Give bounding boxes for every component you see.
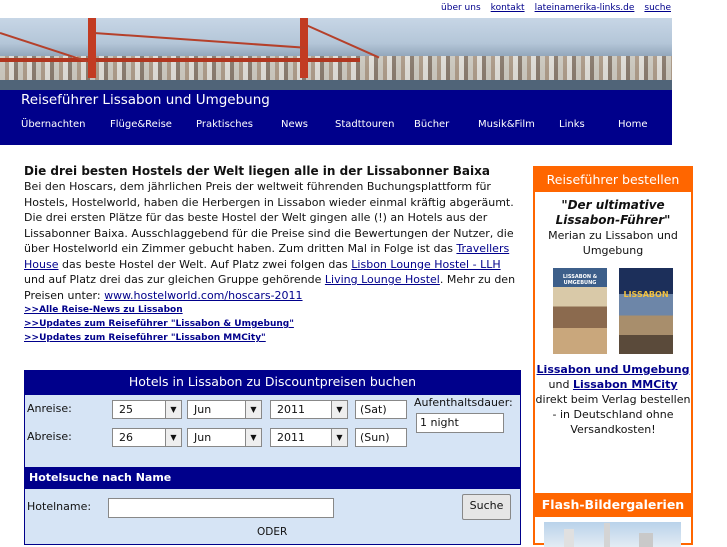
menu-item-fluege[interactable]: Flüge&Reise xyxy=(110,119,172,130)
link-hostelworld-hoscars[interactable]: www.hostelworld.com/hoscars-2011 xyxy=(104,289,302,302)
article-body: Bei den Hoscars, dem jährlichen Preis de… xyxy=(24,180,516,302)
departure-year-select[interactable]: 2011 ▼ xyxy=(270,428,348,447)
top-link-latinamerica[interactable]: lateinamerika-links.de xyxy=(535,3,635,13)
chevron-down-icon: ▼ xyxy=(245,429,261,446)
news-article: Die drei besten Hostels der Welt liegen … xyxy=(24,163,520,345)
hotel-name-search-header: Hotelsuche nach Name xyxy=(25,467,520,489)
departure-label: Abreise: xyxy=(27,430,72,443)
hotelname-input[interactable] xyxy=(108,498,334,518)
link-lisbon-lounge-hostel[interactable]: Lisbon Lounge Hostel - LLH xyxy=(351,258,500,271)
arrival-year-select[interactable]: 2011 ▼ xyxy=(270,400,348,419)
hotelname-label: Hotelname: xyxy=(27,500,92,513)
book-covers: LISSABON & UMGEBUNG LISSABON xyxy=(535,268,691,356)
menu-item-home[interactable]: Home xyxy=(618,119,648,130)
link-updates-guide-mmcity[interactable]: >>Updates zum Reiseführer "Lissabon MMCi… xyxy=(24,331,520,345)
menu-item-uebernachten[interactable]: Übernachten xyxy=(21,119,85,130)
site-title[interactable]: Reiseführer Lissabon und Umgebung xyxy=(21,92,270,108)
chevron-down-icon: ▼ xyxy=(245,401,261,418)
top-link-search[interactable]: suche xyxy=(644,3,671,13)
guidebook-sidebar: Reiseführer bestellen "Der ultimative Li… xyxy=(533,166,693,547)
article-headline: Die drei besten Hostels der Welt liegen … xyxy=(24,164,490,178)
hotel-booking-form: Hotels in Lissabon zu Discountpreisen bu… xyxy=(24,370,521,545)
link-all-travel-news[interactable]: >>Alle Reise-News zu Lissabon xyxy=(24,303,520,317)
arrival-day-select[interactable]: 25 ▼ xyxy=(112,400,182,419)
search-button[interactable]: Suche xyxy=(462,494,511,520)
menu-item-praktisches[interactable]: Praktisches xyxy=(196,119,253,130)
review-source: Merian zu Lissabon und Umgebung xyxy=(548,229,678,257)
book-cover-lissabon-umgebung[interactable]: LISSABON & UMGEBUNG xyxy=(553,268,607,354)
top-link-about[interactable]: über uns xyxy=(441,3,481,13)
chevron-down-icon: ▼ xyxy=(165,429,181,446)
chevron-down-icon: ▼ xyxy=(331,401,347,418)
flash-gallery-header: Flash-Bildergalerien xyxy=(535,493,691,517)
booking-header: Hotels in Lissabon zu Discountpreisen bu… xyxy=(25,371,520,395)
link-updates-guide-lissabon-umgebung[interactable]: >>Updates zum Reiseführer "Lissabon & Um… xyxy=(24,317,520,331)
menu-item-musik-film[interactable]: Musik&Film xyxy=(478,119,535,130)
departure-day-select[interactable]: 26 ▼ xyxy=(112,428,182,447)
chevron-down-icon: ▼ xyxy=(165,401,181,418)
flash-gallery-image[interactable] xyxy=(544,522,681,547)
or-label: ODER xyxy=(257,526,288,538)
arrival-weekday: (Sat) xyxy=(355,400,407,419)
main-menu: Übernachten Flüge&Reise Praktisches News… xyxy=(0,119,672,133)
sidebar-header: Reiseführer bestellen xyxy=(535,168,691,192)
top-link-contact[interactable]: kontakt xyxy=(491,3,525,13)
departure-weekday: (Sun) xyxy=(355,428,407,447)
menu-item-news[interactable]: News xyxy=(281,119,308,130)
header-banner-image xyxy=(0,18,672,90)
chevron-down-icon: ▼ xyxy=(331,429,347,446)
stay-duration-select[interactable]: 1 night xyxy=(416,413,504,433)
top-links: über uns kontakt lateinamerika-links.de … xyxy=(441,3,671,13)
article-links: >>Alle Reise-News zu Lissabon >>Updates … xyxy=(24,303,520,345)
link-living-lounge-hostel[interactable]: Living Lounge Hostel xyxy=(325,273,440,286)
menu-item-stadttouren[interactable]: Stadttouren xyxy=(335,119,394,130)
book-cover-lissabon-mmcity[interactable]: LISSABON xyxy=(619,268,673,354)
review-quote: "Der ultimative Lissabon-Führer" xyxy=(555,198,671,227)
arrival-label: Anreise: xyxy=(27,402,72,415)
link-book-lissabon-mmcity[interactable]: Lissabon MMCity xyxy=(573,378,678,391)
menu-item-buecher[interactable]: Bücher xyxy=(414,119,449,130)
link-book-lissabon-umgebung[interactable]: Lissabon und Umgebung xyxy=(537,363,690,376)
stay-duration-label: Aufenthaltsdauer: xyxy=(414,396,513,409)
departure-month-select[interactable]: Jun ▼ xyxy=(187,428,262,447)
arrival-month-select[interactable]: Jun ▼ xyxy=(187,400,262,419)
order-info: direkt beim Verlag bestellen - in Deutsc… xyxy=(535,393,691,436)
menu-item-links[interactable]: Links xyxy=(559,119,585,130)
